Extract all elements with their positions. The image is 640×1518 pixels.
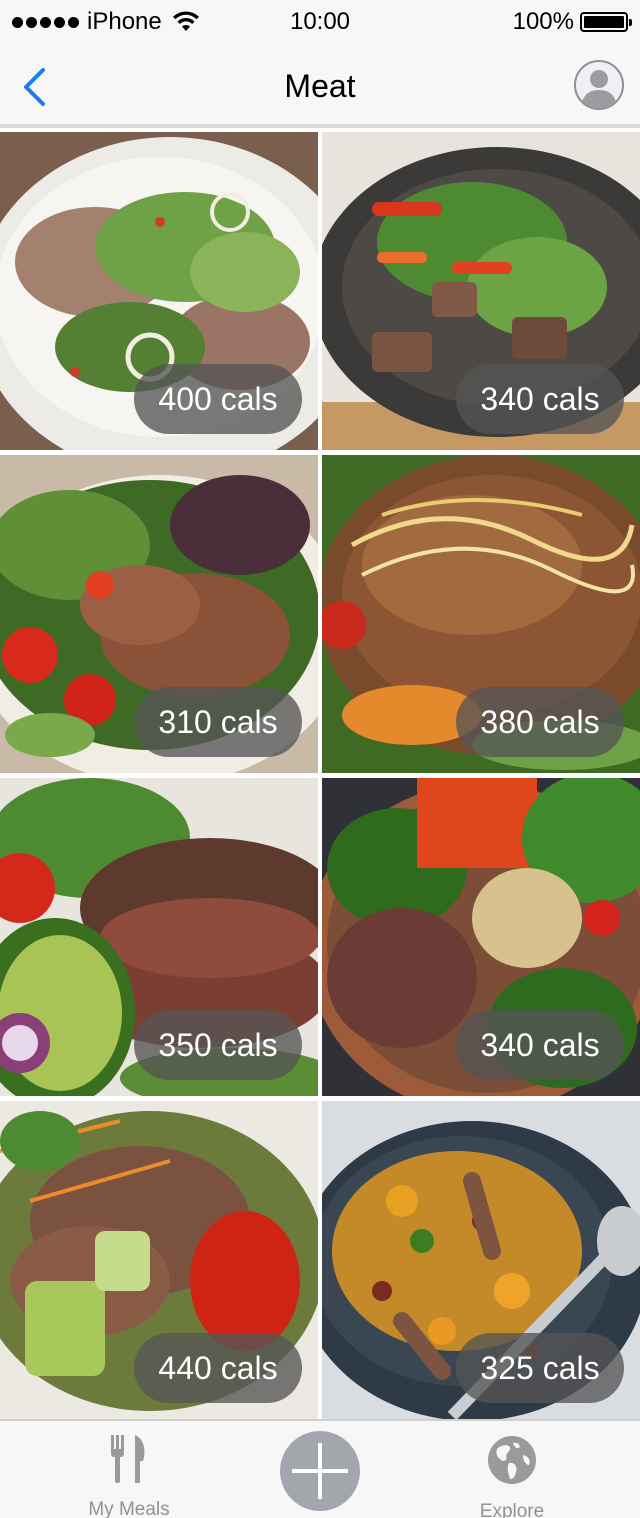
- calories-badge: 400 cals: [134, 364, 302, 434]
- calories-badge: 340 cals: [456, 1010, 624, 1080]
- meal-card[interactable]: 340 cals: [322, 778, 640, 1096]
- navigation-bar: Meat: [0, 44, 640, 128]
- tab-explore[interactable]: Explore: [432, 1421, 592, 1518]
- fork-knife-icon: [103, 1435, 155, 1483]
- chevron-left-icon: [24, 68, 45, 106]
- globe-icon: [486, 1435, 538, 1485]
- status-right: 100%: [512, 8, 632, 36]
- avatar-icon: [581, 70, 617, 108]
- page-title: Meat: [284, 68, 356, 104]
- tab-label: My Meals: [88, 1499, 170, 1518]
- profile-button[interactable]: [574, 60, 624, 110]
- meal-card[interactable]: 400 cals: [0, 132, 318, 450]
- calories-badge: 380 cals: [456, 687, 624, 757]
- calories-badge: 440 cals: [134, 1333, 302, 1403]
- battery-fill: [584, 16, 624, 28]
- battery-percent: 100%: [512, 8, 574, 35]
- meal-grid: 400 cals 340 cals 310 cals 380 cals 350 …: [0, 132, 640, 1419]
- status-bar: iPhone 10:00 100%: [0, 0, 640, 44]
- meal-card[interactable]: 325 cals: [322, 1101, 640, 1419]
- calories-badge: 310 cals: [134, 687, 302, 757]
- tab-my-meals[interactable]: My Meals: [49, 1421, 209, 1518]
- calories-badge: 340 cals: [456, 364, 624, 434]
- back-button[interactable]: [12, 62, 56, 112]
- calories-badge: 350 cals: [134, 1010, 302, 1080]
- meal-card[interactable]: 310 cals: [0, 455, 318, 773]
- meal-card[interactable]: 350 cals: [0, 778, 318, 1096]
- meal-card[interactable]: 440 cals: [0, 1101, 318, 1419]
- battery-icon: [580, 12, 632, 32]
- add-meal-button[interactable]: [280, 1431, 360, 1511]
- tab-bar: My Meals Explore: [0, 1419, 640, 1518]
- calories-badge: 325 cals: [456, 1333, 624, 1403]
- tab-label: Explore: [479, 1501, 545, 1518]
- meal-card[interactable]: 340 cals: [322, 132, 640, 450]
- meal-card[interactable]: 380 cals: [322, 455, 640, 773]
